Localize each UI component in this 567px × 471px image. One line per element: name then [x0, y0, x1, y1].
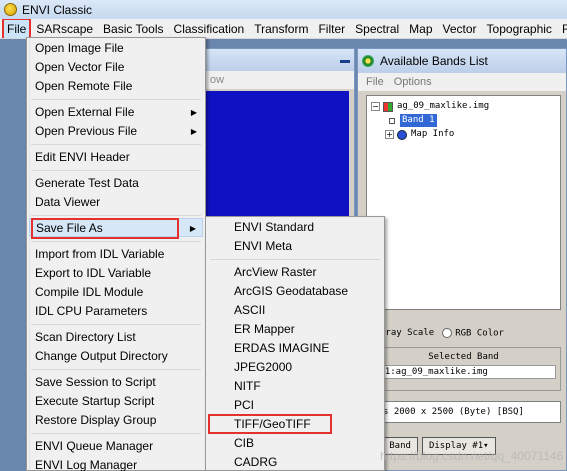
- file-menu-scan-directory[interactable]: Scan Directory List: [29, 328, 203, 347]
- menu-radar-truncated[interactable]: Ra: [557, 20, 567, 38]
- file-menu-generate-test-data[interactable]: Generate Test Data: [29, 174, 203, 193]
- menu-sarscape[interactable]: SARscape: [31, 20, 98, 38]
- tree-file-node[interactable]: − ag_09_maxlike.img: [371, 100, 489, 113]
- menu-topographic[interactable]: Topographic: [482, 20, 557, 38]
- save-as-pci[interactable]: PCI: [208, 396, 382, 415]
- envi-app-icon: [4, 3, 17, 16]
- minimize-icon[interactable]: [340, 60, 350, 63]
- tiff-highlight-box: [208, 414, 332, 434]
- file-menu-open-remote[interactable]: Open Remote File: [29, 77, 203, 96]
- file-menu-export-idl[interactable]: Export to IDL Variable: [29, 264, 203, 283]
- file-menu-open-external[interactable]: Open External File ▶: [29, 103, 203, 122]
- menu-spectral[interactable]: Spectral: [350, 20, 404, 38]
- bands-list-icon: [362, 55, 374, 67]
- menu-map[interactable]: Map: [404, 20, 437, 38]
- save-as-erdas-imagine[interactable]: ERDAS IMAGINE: [208, 339, 382, 358]
- display-window-titlebar[interactable]: [196, 49, 354, 71]
- menu-separator: [31, 241, 201, 242]
- expand-icon[interactable]: +: [385, 130, 394, 139]
- save-as-arcview-raster[interactable]: ArcView Raster: [208, 263, 382, 282]
- save-as-cib[interactable]: CIB: [208, 434, 382, 453]
- menu-classification[interactable]: Classification: [169, 20, 250, 38]
- menu-basic-tools[interactable]: Basic Tools: [98, 20, 168, 38]
- file-menu-import-idl[interactable]: Import from IDL Variable: [29, 245, 203, 264]
- selected-band-header: Selected Band: [428, 352, 499, 362]
- tree-mapinfo-label: Map Info: [411, 129, 455, 139]
- save-as-cadrg[interactable]: CADRG: [208, 453, 382, 471]
- save-file-as-highlight-box: [31, 218, 179, 239]
- bands-window-titlebar[interactable]: Available Bands List: [358, 49, 566, 73]
- file-menu-compile-idl[interactable]: Compile IDL Module: [29, 283, 203, 302]
- submenu-arrow-icon: ▶: [190, 108, 197, 117]
- file-menu-idl-cpu[interactable]: IDL CPU Parameters: [29, 302, 203, 321]
- menu-separator: [31, 99, 201, 100]
- file-menu-open-previous[interactable]: Open Previous File ▶: [29, 122, 203, 141]
- save-as-er-mapper[interactable]: ER Mapper: [208, 320, 382, 339]
- menu-filter[interactable]: Filter: [313, 20, 350, 38]
- collapse-icon[interactable]: −: [371, 102, 380, 111]
- menu-transform[interactable]: Transform: [249, 20, 313, 38]
- file-menu-data-viewer[interactable]: Data Viewer: [29, 193, 203, 212]
- band-icon: [389, 117, 395, 124]
- selected-band-panel: Selected Band d 1:ag_09_maxlike.img: [366, 347, 561, 391]
- bands-window-menu: File Options: [358, 73, 566, 91]
- tree-mapinfo-node[interactable]: + Map Info: [385, 128, 454, 141]
- save-as-ascii[interactable]: ASCII: [208, 301, 382, 320]
- file-menu-change-output-dir[interactable]: Change Output Directory: [29, 347, 203, 366]
- submenu-arrow-icon: ▶: [189, 224, 196, 233]
- menu-separator: [31, 215, 201, 216]
- selected-band-value: d 1:ag_09_maxlike.img: [371, 365, 556, 379]
- save-as-envi-standard[interactable]: ENVI Standard: [208, 218, 382, 237]
- save-as-submenu: ENVI Standard ENVI Meta ArcView Raster A…: [205, 216, 385, 471]
- title-bar: ENVI Classic: [0, 0, 567, 19]
- tree-file-name: ag_09_maxlike.img: [397, 101, 490, 111]
- file-menu-execute-startup[interactable]: Execute Startup Script: [29, 392, 203, 411]
- menu-separator: [31, 170, 201, 171]
- menu-file[interactable]: File: [2, 19, 32, 38]
- menu-separator: [31, 144, 201, 145]
- tree-band-label: Band 1: [400, 114, 437, 127]
- menu-separator: [31, 369, 201, 370]
- image-file-icon: [383, 101, 393, 112]
- save-as-nitf[interactable]: NITF: [208, 377, 382, 396]
- bands-window-title: Available Bands List: [380, 54, 488, 68]
- submenu-arrow-icon: ▶: [190, 127, 197, 136]
- menu-vector[interactable]: Vector: [438, 20, 482, 38]
- file-menu-save-session[interactable]: Save Session to Script: [29, 373, 203, 392]
- bands-menu-options[interactable]: Options: [394, 73, 432, 91]
- file-menu-open-image[interactable]: Open Image File: [29, 39, 203, 58]
- menu-separator: [31, 324, 201, 325]
- file-menu: Open Image File Open Vector File Open Re…: [26, 37, 206, 471]
- menu-separator: [210, 259, 380, 260]
- window-title: ENVI Classic: [22, 2, 93, 17]
- band-dims-info: s 2000 x 2500 (Byte) [BSQ]: [366, 401, 561, 423]
- file-menu-open-vector[interactable]: Open Vector File: [29, 58, 203, 77]
- tree-band-node[interactable]: Band 1: [389, 114, 437, 127]
- display-menu-fragment[interactable]: ow: [210, 74, 224, 86]
- bands-menu-file[interactable]: File: [366, 73, 384, 91]
- file-menu-queue-manager[interactable]: ENVI Queue Manager: [29, 437, 203, 456]
- display-window-menu: ow: [196, 71, 354, 89]
- save-as-jpeg2000[interactable]: JPEG2000: [208, 358, 382, 377]
- watermark: https://blog.csdn.net/qq_40071146: [380, 449, 564, 463]
- save-as-envi-meta[interactable]: ENVI Meta: [208, 237, 382, 256]
- gray-scale-radio[interactable]: Gray Scale: [380, 328, 434, 338]
- file-menu-edit-header[interactable]: Edit ENVI Header: [29, 148, 203, 167]
- color-mode-radios: Gray Scale RGB Color: [358, 321, 567, 345]
- file-menu-log-manager[interactable]: ENVI Log Manager: [29, 456, 203, 471]
- available-bands-window: Available Bands List File Options − ag_0…: [357, 48, 567, 471]
- save-as-arcgis-geodatabase[interactable]: ArcGIS Geodatabase: [208, 282, 382, 301]
- menu-bar: File SARscape Basic Tools Classification…: [0, 19, 567, 39]
- menu-separator: [31, 433, 201, 434]
- globe-icon: [397, 129, 407, 140]
- rgb-color-radio[interactable]: RGB Color: [442, 327, 504, 338]
- band-tree[interactable]: − ag_09_maxlike.img Band 1 + Map Info: [366, 95, 561, 310]
- file-menu-restore-display[interactable]: Restore Display Group: [29, 411, 203, 430]
- radio-circle-icon[interactable]: [442, 327, 453, 338]
